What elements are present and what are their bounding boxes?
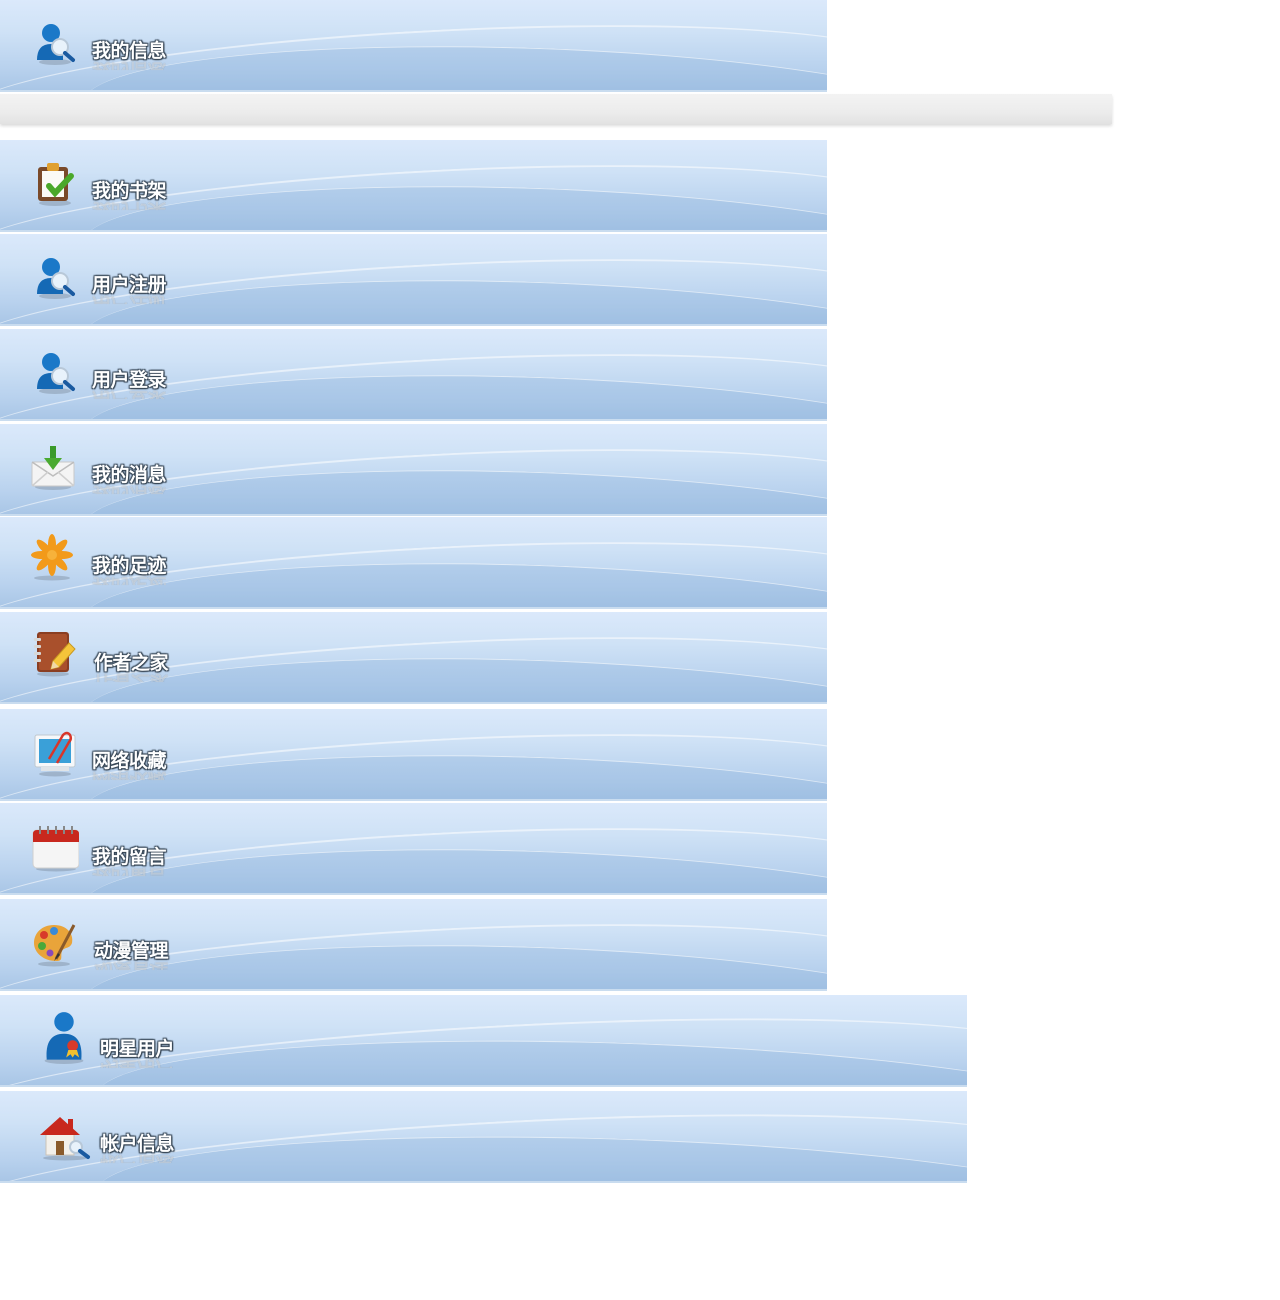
user-badge-icon <box>38 1010 90 1064</box>
menu-item-my-comments[interactable]: 我的留言 我的留言 <box>0 803 827 895</box>
menu-item-user-register[interactable]: 用户注册 用户注册 <box>0 234 827 326</box>
menu-item-my-info[interactable]: 我的信息 我的信息 <box>0 0 827 92</box>
menu-item-label: 我的足迹 <box>92 555 167 577</box>
menu-item-user-login[interactable]: 用户登录 用户登录 <box>0 329 827 421</box>
house-search-icon <box>38 1113 92 1161</box>
menu-item-my-footprint[interactable]: 我的足迹 我的足迹 <box>0 517 827 609</box>
user-search-icon <box>31 20 79 68</box>
menu-item-label: 我的消息 <box>92 464 167 486</box>
notebook-pencil-icon <box>29 629 77 677</box>
menu-item-label: 明星用户 <box>100 1038 175 1060</box>
menu-item-label: 我的书架 <box>92 180 167 202</box>
user-search-icon <box>31 254 79 302</box>
clipboard-check-icon <box>31 160 79 208</box>
menu-item-label: 帐户信息 <box>100 1133 175 1155</box>
menu-item-label: 我的留言 <box>92 846 167 868</box>
menu-item-anime-management[interactable]: 动漫管理 动漫管理 <box>0 899 827 991</box>
menu-item-label: 作者之家 <box>94 652 169 674</box>
calendar-icon <box>31 824 79 872</box>
paperclip-monitor-icon <box>31 729 79 777</box>
menu-item-my-bookshelf[interactable]: 我的书架 我的书架 <box>0 140 827 232</box>
menu-item-label: 网络收藏 <box>92 750 167 772</box>
palette-brush-icon <box>30 919 78 967</box>
grey-divider-bar <box>0 94 1112 124</box>
menu-item-label: 用户注册 <box>92 274 167 296</box>
menu-item-account-info[interactable]: 帐户信息 帐户信息 <box>0 1091 967 1183</box>
menu-item-web-favorites[interactable]: 网络收藏 网络收藏 <box>0 709 827 801</box>
envelope-download-icon <box>29 444 77 492</box>
menu-item-author-home[interactable]: 作者之家 作者之家 <box>0 612 827 704</box>
menu-item-my-messages[interactable]: 我的消息 我的消息 <box>0 424 827 516</box>
menu-item-star-users[interactable]: 明星用户 明星用户 <box>0 995 967 1087</box>
menu-item-label: 动漫管理 <box>94 940 169 962</box>
menu-item-label: 我的信息 <box>92 40 167 62</box>
user-search-icon <box>31 349 79 397</box>
menu-item-label: 用户登录 <box>92 369 167 391</box>
asterisk-flower-icon <box>28 533 76 581</box>
